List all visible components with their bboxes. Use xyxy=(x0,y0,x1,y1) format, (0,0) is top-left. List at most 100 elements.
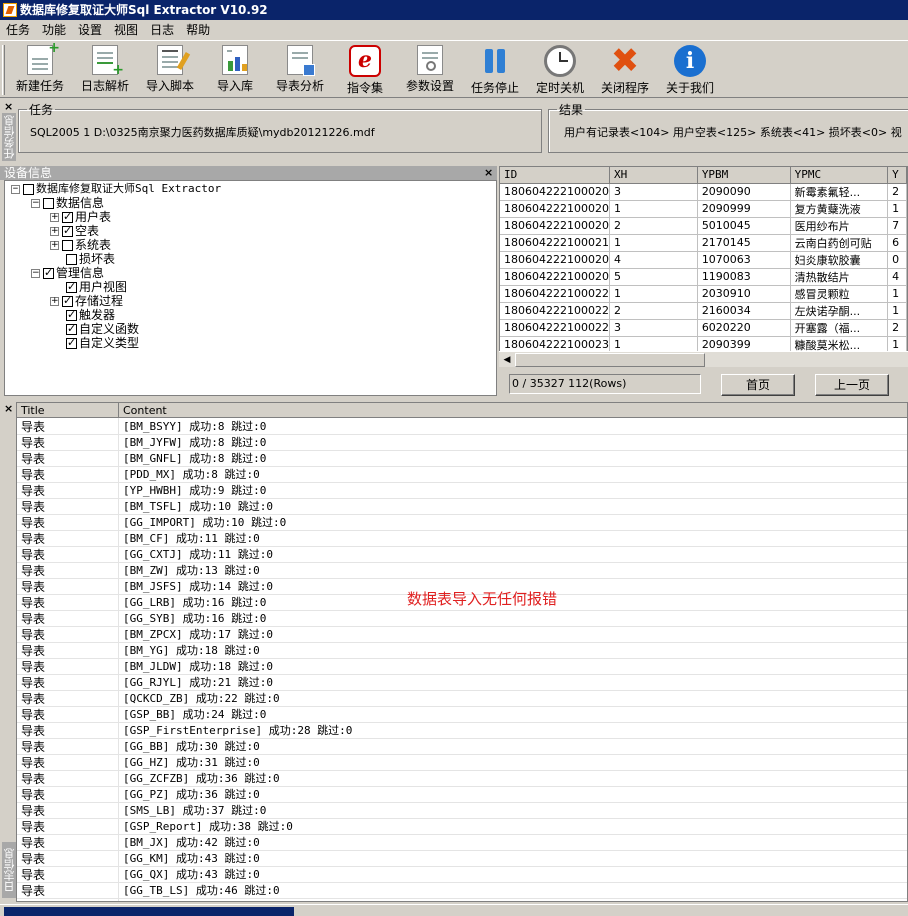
grid-cell: 清热散结片 xyxy=(790,268,889,286)
grid-row[interactable]: 180604222100020 1 2090999 复方黄糵洗液 1 xyxy=(500,200,907,218)
command-set-button[interactable]: e 指令集 xyxy=(337,43,393,97)
menu-function[interactable]: 功能 xyxy=(36,20,72,40)
grid-row[interactable]: 180604222100020 2 5010045 医用纱布片 7 xyxy=(500,217,907,235)
log-row[interactable]: 导表 [GG_SYB] 成功:16 跳过:0 xyxy=(17,611,907,627)
log-content: [BM_JYFW] 成功:8 跳过:0 xyxy=(123,436,267,449)
grid-row[interactable]: 180604222100022 1 2030910 感冒灵颗粒 1 xyxy=(500,285,907,303)
about-button[interactable]: i 关于我们 xyxy=(662,43,718,97)
menu-view[interactable]: 视图 xyxy=(108,20,144,40)
tree-root[interactable]: − 数据库修复取证大师Sql Extractor xyxy=(11,182,221,196)
log-content: [GG_BB] 成功:30 跳过:0 xyxy=(123,740,260,753)
log-info-tab[interactable]: 日志信息 xyxy=(2,842,16,898)
grid-row[interactable]: 180604222100022 2 2160034 左炔诺孕酮... 1 xyxy=(500,302,907,320)
log-row[interactable]: 导表 [BM_CF] 成功:11 跳过:0 xyxy=(17,531,907,547)
toolbar-grip[interactable] xyxy=(2,45,5,95)
log-row[interactable]: 导表 [BM_JYFW] 成功:8 跳过:0 xyxy=(17,435,907,451)
log-row[interactable]: 导表 [YP_HWBH] 成功:9 跳过:0 xyxy=(17,483,907,499)
close-program-button[interactable]: ✖ 关闭程序 xyxy=(597,43,653,97)
log-row[interactable]: 导表 [GG_QX] 成功:43 跳过:0 xyxy=(17,867,907,883)
log-content: [BM_YG] 成功:18 跳过:0 xyxy=(123,644,260,657)
tree-user-tables[interactable]: +用户表 xyxy=(50,210,111,224)
log-row[interactable]: 导表 [BM_JX] 成功:42 跳过:0 xyxy=(17,835,907,851)
log-row[interactable]: 导表 [GG_TB_LS] 成功:46 跳过:0 xyxy=(17,883,907,899)
first-page-button[interactable]: 首页 xyxy=(721,374,795,396)
log-title: 导表 xyxy=(21,804,46,818)
log-row[interactable]: 导表 [QCKCD_ZB] 成功:22 跳过:0 xyxy=(17,691,907,707)
grid-row[interactable]: 180604222100020 3 2090090 新霉素氟轻... 2 xyxy=(500,183,907,201)
log-content: [GG_QX] 成功:43 跳过:0 xyxy=(123,868,260,881)
export-analysis-button[interactable]: 导表分析 xyxy=(272,43,328,97)
grid-header-ypmc[interactable]: YPMC xyxy=(790,167,889,184)
grid-header-ypbm[interactable]: YPBM xyxy=(697,167,791,184)
tree-data-info[interactable]: − 数据信息 xyxy=(31,196,104,210)
tree-mgmt-info[interactable]: −管理信息 xyxy=(31,266,104,280)
tree-stored-procs[interactable]: +存储过程 xyxy=(50,294,123,308)
grid-cell: 1 xyxy=(609,234,698,252)
grid-row[interactable]: 180604222100020 4 1070063 妇炎康软胶囊 0 xyxy=(500,251,907,269)
grid-row[interactable]: 180604222100022 3 6020220 开塞露（福... 2 xyxy=(500,319,907,337)
log-row[interactable]: 导表 [GG_RJYL] 成功:21 跳过:0 xyxy=(17,675,907,691)
scroll-left-icon[interactable]: ◀ xyxy=(500,353,514,367)
log-panel-close-icon[interactable]: × xyxy=(4,402,13,415)
grid-cell: 复方黄糵洗液 xyxy=(790,200,889,218)
log-row[interactable]: 导表 [BM_JLDW] 成功:18 跳过:0 xyxy=(17,659,907,675)
log-row[interactable]: 导表 [BM_YG] 成功:18 跳过:0 xyxy=(17,643,907,659)
task-panel-close-icon[interactable]: × xyxy=(4,100,13,113)
grid-header-id[interactable]: ID xyxy=(500,167,610,184)
log-col-title[interactable]: Title xyxy=(17,403,119,418)
settings-button[interactable]: 参数设置 xyxy=(402,43,458,97)
log-row[interactable]: 导表 [GG_HZ] 成功:31 跳过:0 xyxy=(17,755,907,771)
scroll-thumb[interactable] xyxy=(515,353,705,367)
log-content: [GG_TB_LS] 成功:46 跳过:0 xyxy=(123,884,280,897)
log-row[interactable]: 导表 [PDD_MX] 成功:8 跳过:0 xyxy=(17,467,907,483)
new-task-button[interactable]: + 新建任务 xyxy=(12,40,68,97)
menu-task[interactable]: 任务 xyxy=(0,20,36,40)
task-info-tab[interactable]: 任务信息 xyxy=(2,113,16,161)
log-row[interactable]: 导表 [GG_KM] 成功:43 跳过:0 xyxy=(17,851,907,867)
tree-empty-tables[interactable]: +空表 xyxy=(50,224,99,238)
tree-custom-funcs[interactable]: 自定义函数 xyxy=(66,322,139,336)
menu-settings[interactable]: 设置 xyxy=(72,20,108,40)
log-row[interactable]: 导表 [GSP_BB] 成功:24 跳过:0 xyxy=(17,707,907,723)
log-row[interactable]: 导表 [BM_ZW] 成功:13 跳过:0 xyxy=(17,563,907,579)
grid-cell: 180604222100020 xyxy=(500,268,610,286)
import-script-button[interactable]: 导入脚本 xyxy=(142,43,198,97)
tree-custom-types[interactable]: 自定义类型 xyxy=(66,336,139,350)
log-row[interactable]: 导表 [GG_BB] 成功:30 跳过:0 xyxy=(17,739,907,755)
log-row[interactable]: 导表 [SMS_LB] 成功:37 跳过:0 xyxy=(17,803,907,819)
log-row[interactable]: 导表 [BM_TSFL] 成功:10 跳过:0 xyxy=(17,499,907,515)
import-db-button[interactable]: 导入库 xyxy=(207,43,263,97)
tree-triggers[interactable]: 触发器 xyxy=(66,308,115,322)
log-content: [GG_HZ] 成功:31 跳过:0 xyxy=(123,756,260,769)
log-row[interactable]: 导表 [GG_IMPORT] 成功:10 跳过:0 xyxy=(17,515,907,531)
log-row[interactable]: 导表 [GG_ZCFZB] 成功:36 跳过:0 xyxy=(17,771,907,787)
timed-shutdown-button[interactable]: 定时关机 xyxy=(532,43,588,97)
grid-header-xh[interactable]: XH xyxy=(609,167,698,184)
log-title: 导表 xyxy=(21,836,46,850)
log-table[interactable]: Title Content 导表 [BM_BSYY] 成功:8 跳过:0 导表 [BM… xyxy=(16,402,908,902)
settings-icon xyxy=(417,45,443,75)
log-row[interactable]: 导表 [GG_CXTJ] 成功:11 跳过:0 xyxy=(17,547,907,563)
tree-user-views[interactable]: 用户视图 xyxy=(66,280,127,294)
menu-log[interactable]: 日志 xyxy=(144,20,180,40)
grid-row[interactable]: 180604222100020 5 1190083 清热散结片 4 xyxy=(500,268,907,286)
grid-horizontal-scrollbar[interactable]: ◀ xyxy=(499,351,908,367)
log-parse-button[interactable]: + 日志解析 xyxy=(77,43,133,97)
log-row[interactable]: 导表 [GSP_FirstEnterprise] 成功:28 跳过:0 xyxy=(17,723,907,739)
app-icon xyxy=(3,3,17,17)
grid-row[interactable]: 180604222100021 1 2170145 云南白药创可贴 6 xyxy=(500,234,907,252)
tree-damaged-tables[interactable]: 损坏表 xyxy=(66,252,115,266)
log-row[interactable]: 导表 [BM_ZPCX] 成功:17 跳过:0 xyxy=(17,627,907,643)
prev-page-button[interactable]: 上一页 xyxy=(815,374,889,396)
log-row[interactable]: 导表 [BM_BSYY] 成功:8 跳过:0 xyxy=(17,419,907,435)
log-col-content[interactable]: Content xyxy=(119,403,907,418)
data-grid[interactable]: ID XH YPBM YPMC Y 180604222100020 3 209009… xyxy=(499,166,908,366)
log-row[interactable]: 导表 [GSP_Report] 成功:38 跳过:0 xyxy=(17,819,907,835)
log-row[interactable]: 导表 [BM_GNFL] 成功:8 跳过:0 xyxy=(17,451,907,467)
tree-system-tables[interactable]: + 系统表 xyxy=(50,238,111,252)
stop-task-button[interactable]: 任务停止 xyxy=(467,43,523,97)
log-row[interactable]: 导表 [GG_PZ] 成功:36 跳过:0 xyxy=(17,787,907,803)
device-panel-close-icon[interactable]: × xyxy=(484,166,493,180)
menu-help[interactable]: 帮助 xyxy=(180,20,216,40)
grid-header-y[interactable]: Y xyxy=(887,167,907,184)
